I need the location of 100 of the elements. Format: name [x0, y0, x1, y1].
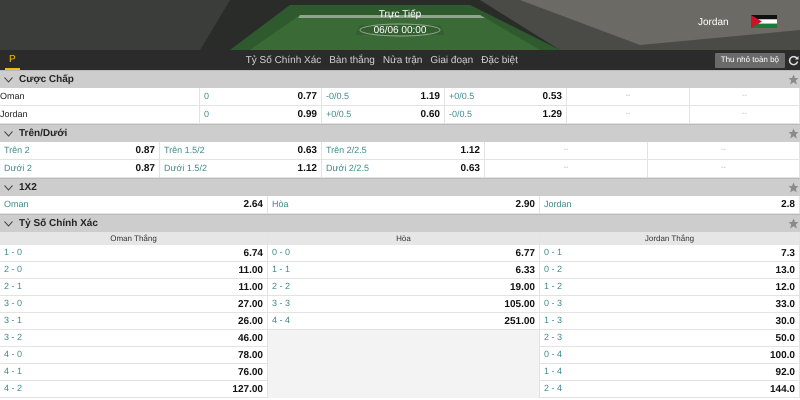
odds-value[interactable]: 50.0	[776, 330, 795, 346]
section-title: Trên/Dưới	[19, 127, 68, 141]
chevron-down-icon[interactable]	[4, 220, 13, 226]
star-icon[interactable]	[788, 182, 799, 193]
odds-value[interactable]: 78.00	[238, 348, 263, 362]
odds-value[interactable]: 0.53	[542, 89, 562, 104]
bet-label: Trên 2/2.5	[326, 144, 367, 157]
odds-value[interactable]: 46.00	[238, 330, 263, 346]
odds-value[interactable]: 127.00	[232, 382, 263, 396]
match-time: 06/06 00:00	[372, 24, 428, 38]
odds-value[interactable]: 0.63	[298, 143, 317, 158]
tab[interactable]: Giai đoạn	[426, 50, 478, 70]
bet-label: 0	[204, 90, 210, 103]
team-name: Oman	[0, 90, 25, 103]
bet-label: Dưới 1.5/2	[164, 162, 207, 175]
bet-label: 2 - 2	[272, 280, 290, 294]
bet-label: 0 - 0	[272, 246, 290, 260]
odds-value[interactable]: 1.29	[542, 107, 562, 122]
odds-value[interactable]: 0.87	[136, 161, 155, 176]
bet-label: 3 - 2	[4, 331, 22, 344]
odds-value[interactable]: 7.3	[781, 246, 795, 260]
bet-label: 1 - 3	[544, 314, 562, 328]
odds-value[interactable]: 105.00	[504, 296, 535, 312]
column-header: Oman Thắng	[0, 232, 267, 245]
bet-label: 4 - 1	[4, 365, 22, 378]
team-name: Jordan	[0, 108, 28, 121]
odds-value[interactable]: 2.90	[516, 197, 535, 212]
odds-value[interactable]: 251.00	[504, 314, 535, 328]
bet-label: 1 - 1	[272, 263, 290, 276]
odds-value[interactable]: 13.0	[776, 262, 795, 278]
bet-label: +0/0.5	[326, 108, 352, 121]
odds-value[interactable]: 12.0	[776, 280, 795, 294]
bet-label: Oman	[4, 198, 29, 211]
star-icon[interactable]	[788, 128, 799, 139]
odds-value[interactable]: 6.74	[244, 246, 263, 260]
odds-value[interactable]: 100.0	[770, 348, 795, 362]
odds-value[interactable]: 2.8	[781, 197, 795, 212]
collapse-all-button[interactable]: Thu nhỏ toàn bộ	[714, 52, 785, 68]
chevron-down-icon[interactable]	[4, 76, 13, 82]
column-header: Jordan Thắng	[540, 232, 799, 245]
chevron-down-icon[interactable]	[4, 130, 13, 136]
odds-value[interactable]: 30.0	[776, 314, 795, 328]
bet-label: 0 - 3	[544, 297, 562, 310]
odds-value[interactable]: 0.99	[298, 107, 317, 122]
bet-label: 2 - 3	[544, 331, 562, 344]
odds-value[interactable]: 6.33	[516, 262, 535, 278]
match-status: Trực Tiếp	[378, 8, 422, 22]
tab[interactable]: Đặc biệt	[477, 50, 522, 70]
bet-label: 1 - 0	[4, 246, 22, 260]
odds-value[interactable]: 27.00	[238, 296, 263, 312]
bet-label: 0	[204, 108, 210, 121]
odds-value[interactable]: 1.12	[460, 143, 480, 158]
odds-value[interactable]: 144.0	[770, 382, 795, 396]
bet-label: 4 - 0	[4, 348, 22, 362]
odds-value[interactable]: 92.0	[776, 364, 795, 380]
bet-label: +0/0.5	[449, 90, 474, 103]
bet-label: 0 - 4	[544, 348, 562, 362]
odds-value[interactable]: 26.00	[238, 314, 263, 328]
odds-value[interactable]: 2.64	[244, 197, 263, 212]
bet-label: 0 - 1	[544, 246, 562, 260]
flag-icon	[751, 15, 777, 28]
odds-value[interactable]: 0.60	[420, 107, 440, 122]
bet-label: 1 - 2	[544, 280, 562, 294]
odds-value[interactable]: 11.00	[238, 280, 263, 294]
refresh-icon[interactable]	[788, 54, 799, 66]
odds-value[interactable]: 6.77	[516, 246, 535, 260]
odds-value[interactable]: 0.63	[460, 161, 480, 176]
column-header: Hòa	[268, 232, 539, 245]
team-name: Jordan	[698, 16, 729, 30]
bet-label: 1 - 4	[544, 365, 562, 378]
bet-label: Trên 1.5/2	[164, 144, 205, 157]
bet-label: Hòa	[272, 198, 289, 211]
odds-value[interactable]: 76.00	[238, 364, 263, 380]
odds-value[interactable]: 0.87	[136, 143, 155, 158]
tab[interactable]: Nửa trận	[378, 50, 426, 70]
section-title: Tỷ Số Chính Xác	[19, 217, 98, 231]
bet-label: 3 - 3	[272, 297, 290, 310]
odds-value[interactable]: 11.00	[238, 262, 263, 278]
odds-value[interactable]: 19.00	[510, 280, 535, 294]
bet-label: 3 - 0	[4, 297, 22, 310]
star-icon[interactable]	[788, 218, 799, 229]
odds-value[interactable]: 1.19	[420, 89, 440, 104]
bet-label: Dưới 2/2.5	[326, 162, 369, 175]
bet-label: 3 - 1	[4, 314, 22, 328]
bet-label: 4 - 2	[4, 382, 22, 396]
odds-value[interactable]: 1.12	[298, 161, 317, 176]
bet-label: 2 - 0	[4, 263, 22, 276]
chevron-down-icon[interactable]	[4, 184, 13, 190]
bet-label: Trên 2	[4, 144, 30, 157]
tab[interactable]: Tỷ Số Chính Xác	[242, 50, 326, 70]
bet-label: 0 - 2	[544, 263, 562, 276]
odds-value[interactable]: 33.0	[776, 296, 795, 312]
bet-label: -0/0.5	[326, 90, 350, 103]
section-title: Cược Chấp	[19, 73, 74, 87]
bet-label: 2 - 4	[544, 382, 562, 396]
tab[interactable]: Bàn thắng	[325, 50, 379, 70]
odds-value[interactable]: 0.77	[298, 89, 317, 104]
bet-label: 4 - 4	[272, 314, 290, 328]
bet-label: Dưới 2	[4, 162, 32, 175]
star-icon[interactable]	[788, 74, 799, 85]
